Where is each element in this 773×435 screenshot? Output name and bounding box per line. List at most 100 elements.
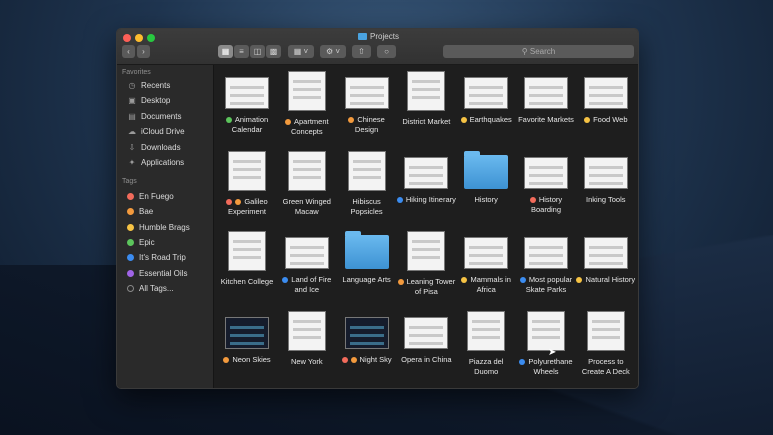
file-item[interactable]: Inking Tools (576, 151, 636, 205)
file-item[interactable]: Favorite Markets (516, 71, 576, 125)
sidebar-item-label: Downloads (141, 142, 181, 152)
share-button[interactable]: ⇧ (352, 45, 371, 58)
folder-icon (464, 151, 509, 189)
sidebar-item-label: Desktop (141, 96, 171, 106)
file-thumbnail (583, 237, 628, 269)
tag-button[interactable]: ○ (377, 45, 396, 58)
file-item[interactable]: Neon Skies (217, 311, 277, 365)
file-item[interactable]: District Market (396, 71, 456, 127)
file-label: Night Sky (337, 355, 397, 365)
file-item[interactable]: Hibiscus Popsicles (337, 151, 397, 217)
finder-window: Projects ‹ › ▦ ≡ ◫ ▩ ▦ ˅ ⚙ ˅ ⇧ ○ ⚲ Searc… (116, 28, 639, 389)
tag-color-dot (519, 277, 526, 283)
file-item[interactable]: Process to Create A Deck (576, 311, 636, 377)
file-item[interactable]: Chinese Design (337, 71, 397, 135)
file-item[interactable]: Animation Calendar (217, 71, 277, 135)
file-item[interactable]: New York (277, 311, 337, 367)
forward-button[interactable]: › (137, 45, 150, 58)
sidebar-tag-all-tags[interactable]: All Tags... (127, 282, 174, 295)
file-label: History (456, 195, 516, 205)
sidebar-tag-epic[interactable]: Epic (127, 236, 155, 249)
sidebar-item-documents[interactable]: ▤ Documents (127, 110, 181, 123)
file-item[interactable]: Kitchen College (217, 231, 277, 287)
file-item[interactable]: Opera in China (396, 311, 456, 365)
file-name: Piazza del Duomo (468, 357, 504, 376)
file-label: Polyurethane Wheels (516, 357, 576, 377)
file-name: Inking Tools (586, 195, 626, 204)
file-item[interactable]: History Boarding (516, 151, 576, 215)
tag-color-dot (348, 117, 355, 123)
file-item[interactable]: Galileo Experiment (217, 151, 277, 217)
file-item[interactable]: Piazza del Duomo (456, 311, 516, 377)
sidebar-item-icloud-drive[interactable]: ☁ iCloud Drive (127, 125, 185, 138)
file-item[interactable]: Night Sky (337, 311, 397, 365)
file-name: Process to Create A Deck (581, 357, 630, 376)
file-thumbnail (524, 237, 568, 269)
applications-icon: ✦ (128, 158, 136, 167)
file-item[interactable]: Language Arts (337, 231, 397, 285)
sidebar-tag-essential-oils[interactable]: Essential Oils (127, 267, 187, 280)
tag-color-dot (461, 277, 468, 283)
tag-color-dot (225, 117, 232, 123)
file-name: Neon Skies (232, 355, 271, 364)
file-label: Earthquakes (456, 115, 516, 125)
group-by-button[interactable]: ▦ ˅ (288, 45, 314, 58)
sidebar-item-applications[interactable]: ✦ Applications (127, 156, 185, 169)
file-label: Green Winged Macaw (277, 197, 337, 217)
file-item[interactable]: Hiking Itinerary (396, 151, 456, 205)
file-thumbnail (407, 231, 446, 271)
file-label: Inking Tools (576, 195, 636, 205)
file-thumbnail (407, 71, 446, 111)
file-name: Opera in China (401, 355, 452, 364)
file-item[interactable]: Food Web (576, 71, 636, 125)
column-view-button[interactable]: ◫ (250, 45, 265, 58)
cloud-icon: ☁ (128, 127, 136, 137)
file-label: Most popular Skate Parks (516, 275, 576, 295)
file-name: Earthquakes (469, 115, 512, 124)
file-name: Leaning Tower of Pisa (406, 277, 456, 296)
sidebar-tag-it-s-road-trip[interactable]: It's Road Trip (127, 251, 186, 264)
sidebar-tag-en-fuego[interactable]: En Fuego (127, 190, 174, 203)
back-button[interactable]: ‹ (122, 45, 135, 58)
file-item[interactable]: Leaning Tower of Pisa (396, 231, 456, 297)
icon-view-button[interactable]: ▦ (218, 45, 233, 58)
file-thumbnail (524, 157, 568, 189)
sidebar-tag-humble-brags[interactable]: Humble Brags (127, 221, 190, 234)
file-name: Natural History (585, 275, 636, 284)
file-item[interactable]: Natural History (576, 231, 636, 285)
sidebar-item-downloads[interactable]: ⇩ Downloads (127, 141, 181, 154)
file-thumbnail (225, 77, 269, 109)
file-label: New York (277, 357, 337, 367)
file-thumbnail (527, 311, 565, 351)
file-item[interactable]: Most popular Skate Parks (516, 231, 576, 295)
file-label: Hiking Itinerary (396, 195, 456, 205)
file-item[interactable]: Earthquakes (456, 71, 516, 125)
file-thumbnail (228, 231, 266, 271)
file-thumbnail (586, 311, 625, 351)
gallery-view-button[interactable]: ▩ (266, 45, 281, 58)
file-label: Galileo Experiment (217, 197, 277, 217)
file-item[interactable]: Land of Fire and Ice (277, 231, 337, 295)
sidebar-item-desktop[interactable]: ▣ Desktop (127, 94, 170, 107)
action-gear-icon[interactable]: ⚙ ˅ (320, 45, 346, 58)
documents-icon: ▤ (128, 111, 136, 121)
sidebar-tag-bae[interactable]: Bae (127, 205, 153, 218)
folder-icon (358, 33, 368, 40)
file-item[interactable]: Green Winged Macaw (277, 151, 337, 217)
file-item[interactable]: History (456, 151, 516, 205)
file-name: Food Web (593, 115, 628, 124)
sidebar-tag-label: Essential Oils (139, 268, 188, 278)
file-item[interactable]: Mammals in Africa (456, 231, 516, 295)
list-view-button[interactable]: ≡ (234, 45, 249, 58)
sidebar-item-recents[interactable]: ◷ Recents (127, 79, 171, 92)
tag-color-dot (127, 193, 134, 200)
tags-heading: Tags (122, 178, 137, 185)
file-name: Hibiscus Popsicles (350, 197, 383, 216)
file-name: Animation Calendar (231, 115, 269, 134)
tag-color-dot (519, 359, 526, 365)
sidebar-tag-label: Humble Brags (139, 222, 190, 232)
sidebar: Favorites ◷ Recents ▣ Desktop ▤ Documents ☁ iCl… (117, 65, 214, 388)
search-input[interactable]: ⚲ Search (443, 45, 634, 58)
file-item[interactable]: Polyurethane Wheels (516, 311, 576, 377)
file-item[interactable]: Apartment Concepts (277, 71, 337, 137)
